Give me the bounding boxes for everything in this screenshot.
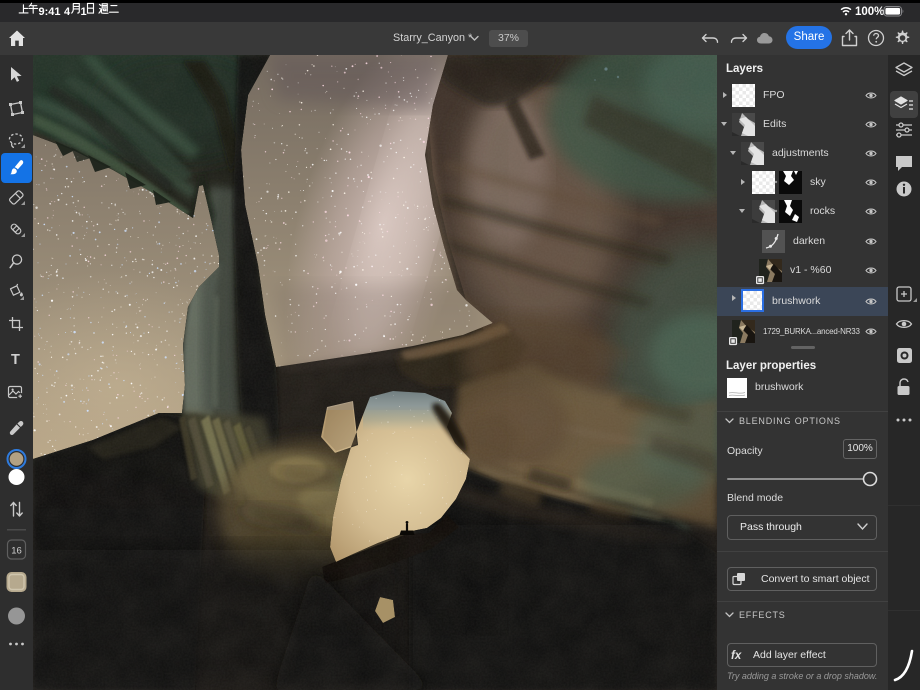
svg-text:4: 4 <box>64 6 71 18</box>
svg-text:16: 16 <box>11 546 22 557</box>
svg-text:9:41: 9:41 <box>39 6 61 18</box>
svg-text:T: T <box>11 352 20 368</box>
svg-text:1: 1 <box>81 6 87 18</box>
svg-text:100%: 100% <box>855 6 884 18</box>
